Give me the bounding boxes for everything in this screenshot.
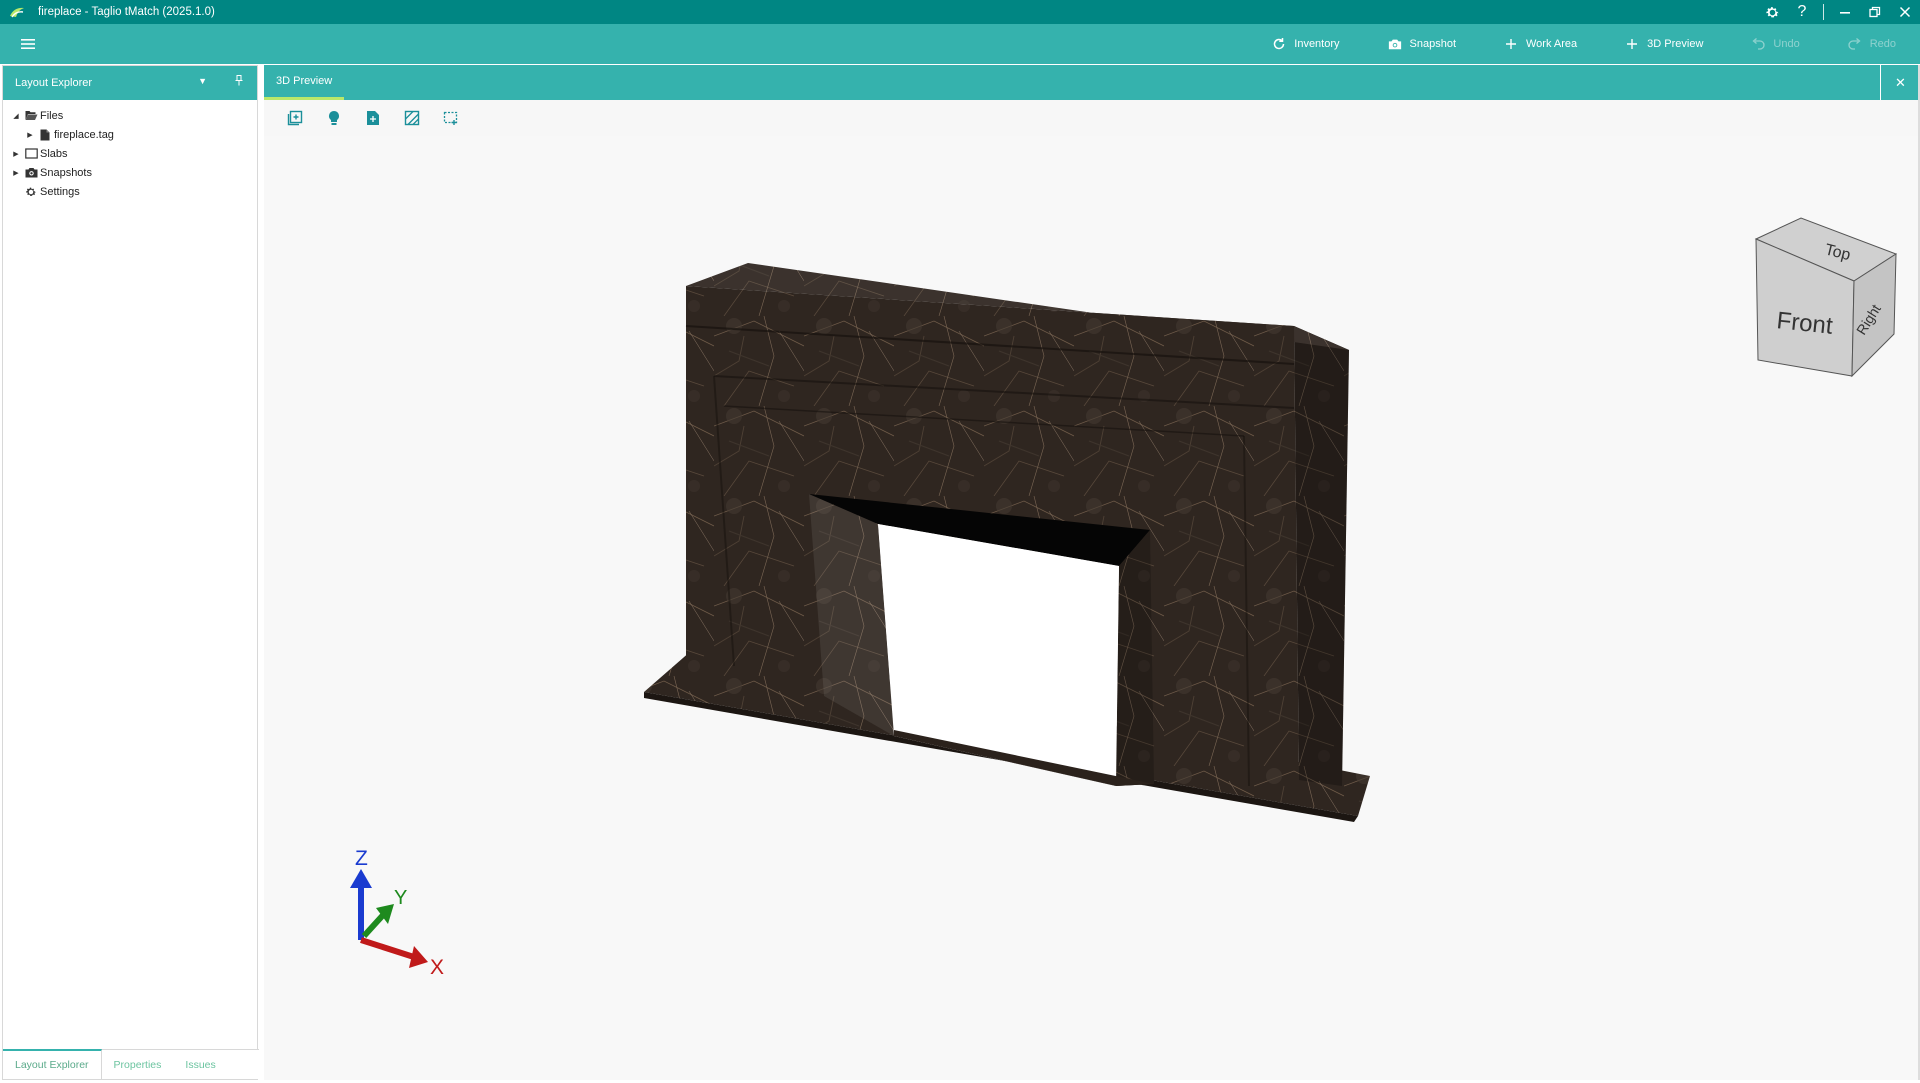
camera-icon [24,167,38,179]
inventory-label: Inventory [1294,38,1340,50]
3d-preview-panel: 3D Preview ✕ Top Front Right Z Y X [264,65,1920,1080]
axis-z-label: Z [355,847,368,870]
collapsed-caret-icon[interactable]: ▶ [11,150,21,158]
snapshot-button[interactable]: Snapshot [1364,24,1480,64]
collapsed-caret-icon[interactable]: ▶ [11,169,21,177]
axis-y-label: Y [394,887,407,909]
tree-item-snapshots[interactable]: ▶ Snapshots [3,163,257,182]
redo-button[interactable]: Redo [1824,24,1920,64]
tab-properties[interactable]: Properties [102,1050,174,1080]
inventory-button[interactable]: Inventory [1248,24,1363,64]
chevron-down-icon[interactable]: ▼ [198,76,207,86]
undo-icon [1751,37,1766,51]
tree-item-label: fireplace.tag [54,128,114,141]
tree-item-label: Slabs [40,147,68,160]
window-controls: ? [1757,0,1920,24]
3d-viewport[interactable]: Top Front Right Z Y X [264,136,1920,1080]
texture-hatch-icon[interactable] [401,107,423,129]
panel-header: Layout Explorer ▼ [3,66,257,100]
3d-preview-label: 3D Preview [1647,38,1704,50]
gear-icon [24,186,38,198]
tab-3d-preview[interactable]: 3D Preview [264,65,345,100]
plus-icon [1504,37,1518,51]
redo-icon [1848,37,1862,51]
light-bulb-icon[interactable] [323,107,345,129]
expanded-caret-icon[interactable]: ◢ [11,112,21,120]
pin-icon[interactable] [235,75,243,89]
3d-preview-button[interactable]: 3D Preview [1601,24,1727,64]
toolbar-actions: Inventory Snapshot Work Area 3D Preview … [1248,24,1920,64]
axis-x-label: X [430,956,444,979]
hamburger-menu-icon[interactable] [18,34,38,54]
preview-toolbar [264,100,1920,136]
undo-label: Undo [1773,38,1800,50]
snapshot-label: Snapshot [1409,38,1456,50]
window-title: fireplace - Taglio tMatch (2025.1.0) [38,6,215,18]
help-icon[interactable]: ? [1787,0,1817,24]
3d-scene: Top Front Right Z Y X [350,217,1898,979]
tab-layout-explorer[interactable]: Layout Explorer [3,1049,102,1079]
close-preview-icon[interactable]: ✕ [1880,65,1920,100]
selection-box-icon[interactable] [440,107,462,129]
preview-tabbar: 3D Preview ✕ [264,65,1920,100]
add-view-icon[interactable] [284,107,306,129]
title-separator [1823,4,1824,20]
folder-open-icon [24,110,38,122]
close-button[interactable] [1890,0,1920,24]
tree-item-label: Settings [40,185,80,198]
refresh-icon [1272,37,1286,51]
slab-icon [24,148,38,160]
work-area-button[interactable]: Work Area [1480,24,1601,64]
collapsed-caret-icon[interactable]: ▶ [25,131,35,139]
tree-item-files[interactable]: ◢ Files [3,106,257,125]
panel-bottom-tabs: Layout Explorer Properties Issues [3,1049,259,1079]
tab-issues[interactable]: Issues [173,1050,227,1080]
work-area-label: Work Area [1526,38,1578,50]
title-bar: fireplace - Taglio tMatch (2025.1.0) ? [0,0,1920,24]
undo-button[interactable]: Undo [1727,24,1823,64]
export-file-icon[interactable] [362,107,384,129]
fireplace-model[interactable] [644,263,1370,822]
main-toolbar: Inventory Snapshot Work Area 3D Preview … [0,24,1920,64]
minimize-button[interactable] [1830,0,1860,24]
panel-title: Layout Explorer [15,77,93,89]
file-icon [38,129,52,141]
tree-item-settings[interactable]: Settings [3,182,257,201]
camera-icon [1388,37,1402,51]
plus-icon [1625,37,1639,51]
app-logo-icon [10,7,24,18]
tree-item-label: Files [40,109,64,122]
tree-item-label: Snapshots [40,166,92,179]
settings-icon[interactable] [1757,0,1787,24]
tree-item-slabs[interactable]: ▶ Slabs [3,144,257,163]
view-cube[interactable]: Top Front Right [1754,217,1898,378]
restore-button[interactable] [1860,0,1890,24]
explorer-tree: ◢ Files ▶ fireplace.tag ▶ Slabs ▶ Snapsh… [3,100,257,201]
axis-gizmo: Z Y X [350,847,444,979]
redo-label: Redo [1869,38,1896,50]
layout-explorer-panel: Layout Explorer ▼ ◢ Files ▶ fireplace.ta… [2,65,259,1080]
tree-item-fireplace-tag[interactable]: ▶ fireplace.tag [3,125,257,144]
